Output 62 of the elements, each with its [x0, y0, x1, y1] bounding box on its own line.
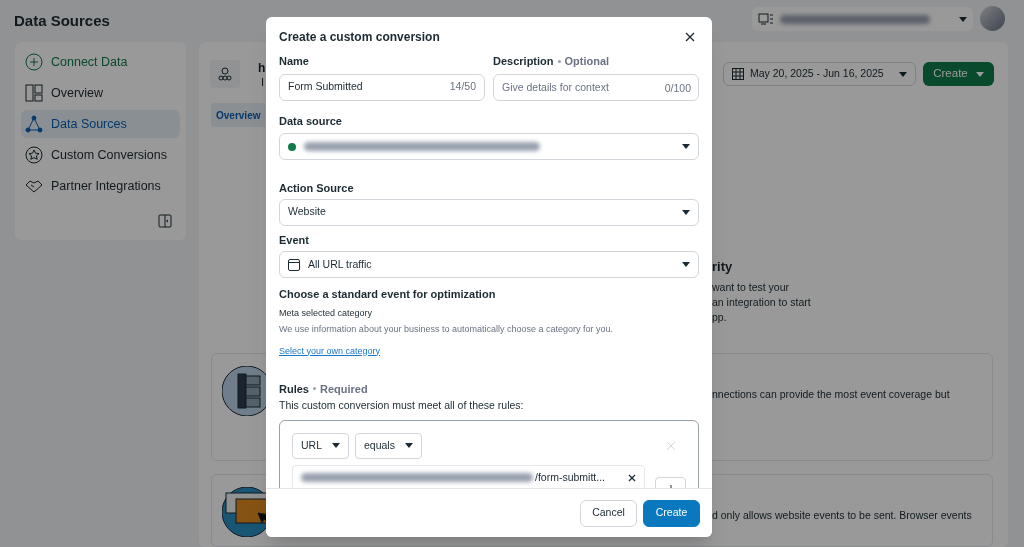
action-source-select[interactable]: Website	[279, 198, 699, 226]
sidebar-item[interactable]: Overview	[21, 79, 180, 107]
layout-icon	[25, 84, 43, 102]
sidebar-item[interactable]: Custom Conversions	[21, 141, 180, 169]
event-select[interactable]: All URL traffic	[279, 251, 699, 278]
collapse-panel-icon	[158, 214, 172, 228]
browser-window-icon	[288, 258, 300, 271]
close-icon[interactable]	[685, 32, 695, 42]
close-icon[interactable]	[628, 473, 637, 482]
dialog-title: Create a custom conversion	[279, 29, 440, 46]
avatar[interactable]	[980, 6, 1005, 31]
help-text: We use information about your business to automatically choose a category for you.	[279, 323, 614, 336]
network-icon	[25, 115, 43, 133]
star-badge-icon	[25, 146, 43, 164]
caret-icon	[682, 262, 690, 267]
section-description: want to test your an integration to start pp.	[712, 280, 811, 325]
calendar-icon	[732, 68, 744, 80]
operator-dropdown[interactable]: equals	[355, 432, 422, 459]
field-label: Action Source	[279, 181, 354, 196]
sidebar-item[interactable]: Connect Data	[21, 48, 180, 76]
caret-icon	[899, 71, 907, 77]
date-range-picker[interactable]: May 20, 2025 - Jun 16, 2025	[723, 62, 916, 86]
overview-tab[interactable]: Overview	[211, 103, 265, 127]
field-label: Description	[493, 54, 554, 69]
monitor-list-icon	[758, 13, 774, 25]
remove-rule-icon[interactable]	[666, 440, 676, 451]
account-selector[interactable]	[752, 7, 973, 31]
field-label: Data source	[279, 113, 342, 129]
character-counter: 14/50	[449, 79, 476, 95]
section-heading: rity	[712, 258, 733, 276]
sidebar-item[interactable]: Partner Integrations	[21, 172, 180, 200]
caret-icon	[332, 443, 340, 449]
section-heading: Choose a standard event for optimization	[279, 287, 497, 302]
character-counter: 0/100	[664, 80, 691, 96]
card-description: nnections can provide the most event coverage but	[712, 387, 950, 402]
name-field[interactable]: Form Submitted 14/50	[279, 73, 485, 101]
page-title: Data Sources	[14, 11, 110, 31]
rules-description: This custom conversion must meet all of these rules:	[279, 398, 525, 413]
field-label: Rules	[279, 381, 309, 397]
source-name: h	[258, 60, 266, 77]
caret-icon	[959, 16, 967, 22]
people-group-icon	[218, 67, 232, 81]
field-label: Name	[279, 54, 309, 69]
sidebar-item[interactable]: Data Sources	[21, 110, 180, 138]
create-button[interactable]: Create	[643, 499, 700, 527]
data-source-select[interactable]	[279, 133, 699, 160]
qualifier-label: Required	[319, 381, 368, 397]
plus-circle-icon	[25, 53, 43, 71]
qualifier-label: Optional	[564, 54, 610, 69]
caret-icon	[404, 443, 413, 449]
cancel-button[interactable]: Cancel	[580, 499, 637, 527]
source-id: I	[261, 75, 265, 90]
url-value: /form-submitt...	[535, 469, 606, 485]
field-label: Event	[279, 232, 309, 248]
card-description: d only allows website events to be sent. Browser events	[712, 508, 972, 523]
caret-icon	[682, 209, 690, 215]
field-dropdown[interactable]: URL	[292, 432, 349, 459]
caret-icon	[975, 71, 984, 77]
caret-icon	[682, 144, 690, 149]
select-category-link[interactable]: Select your own category	[279, 344, 381, 358]
category-label: Meta selected category	[279, 306, 374, 320]
create-button[interactable]: Create	[923, 62, 994, 86]
